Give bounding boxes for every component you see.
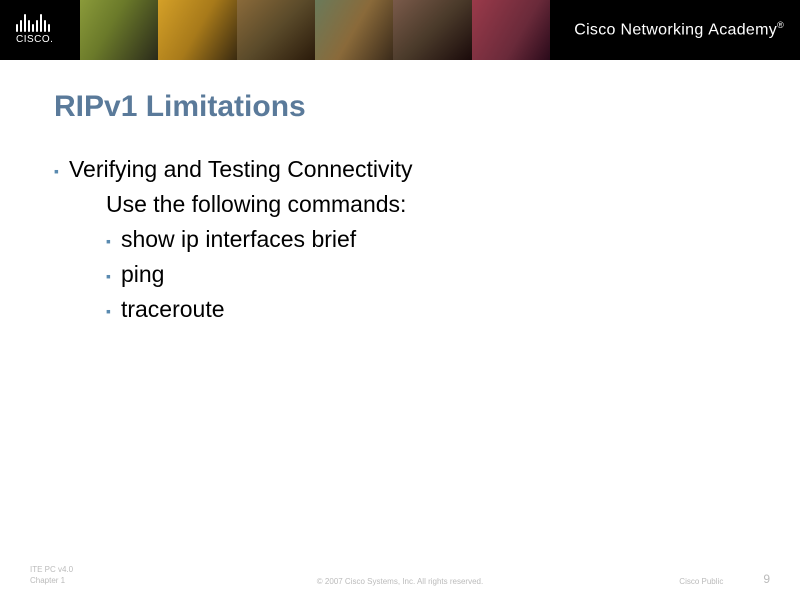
header-band: CISCO. Cisco Networking Academy®: [0, 0, 800, 60]
main-bullet: Verifying and Testing Connectivity: [54, 156, 746, 183]
footer-public-label: Cisco Public: [679, 577, 723, 586]
page-number: 9: [763, 572, 770, 586]
slide-footer: ITE PC v4.0 Chapter 1 © 2007 Cisco Syste…: [0, 565, 800, 586]
cisco-logo-text: CISCO.: [16, 34, 53, 45]
command-item: show ip interfaces brief: [106, 226, 746, 253]
cisco-logo-icon: [16, 10, 53, 32]
footer-copyright: © 2007 Cisco Systems, Inc. All rights re…: [317, 577, 483, 586]
header-photo-strip: [80, 0, 550, 60]
command-item: traceroute: [106, 296, 746, 323]
cisco-logo: CISCO.: [16, 10, 53, 45]
slide-content: RIPv1 Limitations Verifying and Testing …: [0, 60, 800, 323]
slide-title: RIPv1 Limitations: [54, 90, 746, 124]
footer-right: Cisco Public 9: [679, 572, 770, 586]
academy-branding: Cisco Networking Academy®: [574, 20, 784, 39]
sub-text: Use the following commands:: [106, 191, 746, 218]
command-item: ping: [106, 261, 746, 288]
footer-left: ITE PC v4.0 Chapter 1: [30, 565, 73, 586]
